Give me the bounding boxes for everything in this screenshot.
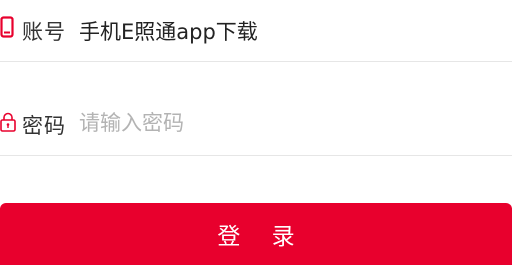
account-row: 账号 手机E照通app下载 [0,0,512,60]
divider [0,61,512,62]
divider [0,155,512,156]
lock-icon [0,112,16,132]
password-input[interactable] [79,108,499,138]
phone-icon [0,16,14,38]
password-row: 密码 [0,92,512,152]
account-label: 账号 [22,20,66,44]
login-button[interactable]: 登 录 [0,203,512,265]
password-label: 密码 [22,114,66,138]
account-value[interactable]: 手机E照通app下载 [79,16,258,46]
